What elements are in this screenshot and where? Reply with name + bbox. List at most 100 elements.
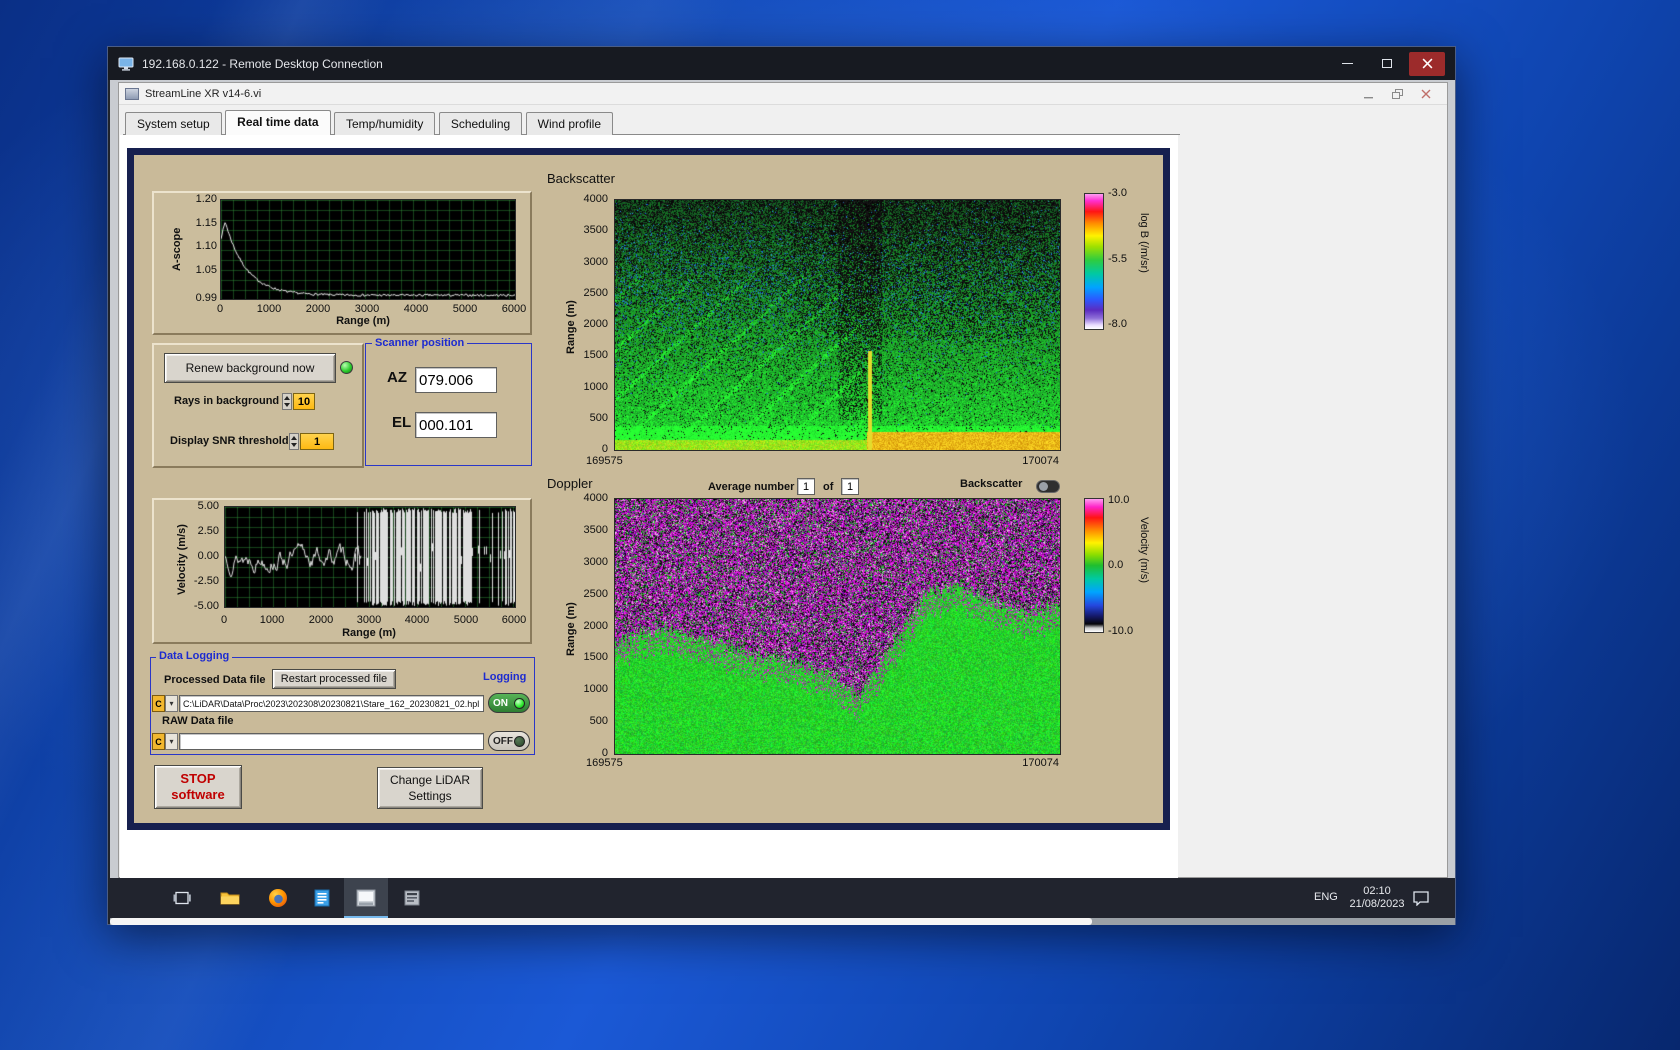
average-number-field[interactable]: 1 xyxy=(797,478,815,495)
tab-temp-humidity[interactable]: Temp/humidity xyxy=(333,112,436,135)
rdp-close-button[interactable] xyxy=(1409,51,1445,76)
y-tick-label: 4000 xyxy=(583,193,608,205)
taskbar-file-explorer-button[interactable] xyxy=(208,878,252,918)
rays-in-background-field[interactable]: 10 xyxy=(293,393,315,410)
velocity-plot-canvas xyxy=(224,506,516,608)
el-value-field[interactable]: 000.101 xyxy=(415,412,497,438)
stop-software-button[interactable]: STOP software xyxy=(154,765,242,809)
taskbar-notepad-button[interactable] xyxy=(300,878,344,918)
spin-down-icon[interactable] xyxy=(290,442,298,450)
logging-off-led xyxy=(514,735,525,747)
x-start-label: 169575 xyxy=(586,757,623,769)
y-tick-label: 500 xyxy=(589,412,608,424)
y-tick-label: 3500 xyxy=(583,524,608,536)
colorbar-tick-label: 0.0 xyxy=(1108,559,1124,571)
minimize-icon xyxy=(1341,63,1353,64)
file-explorer-icon xyxy=(220,892,240,905)
tab-wind-profile[interactable]: Wind profile xyxy=(525,112,614,135)
notepad-icon xyxy=(314,889,330,907)
raw-logging-toggle[interactable]: OFF xyxy=(488,731,530,751)
change-lidar-settings-button[interactable]: Change LiDAR Settings xyxy=(377,767,483,809)
az-value-field[interactable]: 079.006 xyxy=(415,367,497,393)
rdp-window-controls xyxy=(1329,51,1445,76)
browse-file-icon[interactable]: ▾ xyxy=(165,733,178,750)
colorbar-tick-label: 10.0 xyxy=(1108,494,1130,506)
taskbar-clock[interactable]: 02:10 21/08/2023 xyxy=(1346,885,1408,911)
labview-app-icon xyxy=(356,889,376,907)
x-tick-label: 0 xyxy=(216,303,224,315)
y-tick-label: 1500 xyxy=(583,349,608,361)
az-label: AZ xyxy=(387,369,407,386)
y-tick-label: 2500 xyxy=(583,287,608,299)
notification-center-icon[interactable] xyxy=(1412,890,1430,906)
y-tick-label: 500 xyxy=(589,715,608,727)
logging-on-led xyxy=(514,697,525,709)
rays-spinner[interactable] xyxy=(282,393,292,410)
tab-system-setup[interactable]: System setup xyxy=(125,112,222,135)
scanner-position-title: Scanner position xyxy=(372,337,468,350)
spin-down-icon[interactable] xyxy=(283,402,291,410)
close-icon xyxy=(1422,58,1432,69)
processed-file-path-field[interactable]: C:\LiDAR\Data\Proc\2023\202308\20230821\… xyxy=(179,695,484,712)
app-minimize-icon[interactable] xyxy=(1364,89,1374,99)
app-close-icon[interactable] xyxy=(1421,89,1431,99)
settings-button-line2: Settings xyxy=(408,789,452,803)
tab-scheduling[interactable]: Scheduling xyxy=(438,112,523,135)
y-tick-label: 4000 xyxy=(583,492,608,504)
y-tick-label: 1.15 xyxy=(195,217,217,229)
x-tick-label: 1000 xyxy=(259,614,285,626)
processed-logging-toggle[interactable]: ON xyxy=(488,693,530,713)
x-tick-label: 6000 xyxy=(501,614,527,626)
taskbar-streamline-app-button[interactable] xyxy=(344,878,388,918)
x-tick-label: 4000 xyxy=(404,614,430,626)
ascope-x-axis-label: Range (m) xyxy=(336,315,390,327)
desktop: 192.168.0.122 - Remote Desktop Connectio… xyxy=(0,0,1680,1050)
tab-real-time-data[interactable]: Real time data xyxy=(225,110,331,135)
y-tick-label: 2000 xyxy=(583,318,608,330)
app-window-title: StreamLine XR v14-6.vi xyxy=(145,87,262,100)
scrollbar-thumb[interactable] xyxy=(110,918,1092,925)
y-tick-label: 0.00 xyxy=(197,550,219,562)
drive-select-c[interactable]: C xyxy=(152,695,165,712)
y-tick-label: 1500 xyxy=(583,651,608,663)
restart-processed-file-button[interactable]: Restart processed file xyxy=(272,669,396,689)
on-label: ON xyxy=(493,697,508,709)
rdp-titlebar[interactable]: 192.168.0.122 - Remote Desktop Connectio… xyxy=(108,47,1455,80)
data-logging-title: Data Logging xyxy=(156,650,233,663)
drive-select-c[interactable]: C xyxy=(152,733,165,750)
language-indicator[interactable]: ENG xyxy=(1314,891,1338,903)
remote-screen: StreamLine XR v14-6.vi System setup Real… xyxy=(110,80,1455,925)
clock-date: 21/08/2023 xyxy=(1349,898,1405,910)
clock-time: 02:10 xyxy=(1363,885,1391,897)
taskbar-scan-app-button[interactable] xyxy=(390,878,434,918)
snr-threshold-field[interactable]: 1 xyxy=(300,433,334,450)
snr-spinner[interactable] xyxy=(289,433,299,450)
app-titlebar[interactable]: StreamLine XR v14-6.vi xyxy=(119,83,1447,105)
rdp-minimize-button[interactable] xyxy=(1329,52,1365,76)
renew-background-button[interactable]: Renew background now xyxy=(164,353,336,383)
x-tick-label: 2000 xyxy=(305,303,331,315)
average-of-field[interactable]: 1 xyxy=(841,478,859,495)
doppler-heatmap-canvas xyxy=(614,498,1061,755)
backscatter-colorbar xyxy=(1084,193,1104,330)
stop-button-line2: software xyxy=(171,787,225,802)
scan-app-icon xyxy=(404,890,420,906)
logging-label: Logging xyxy=(483,671,527,683)
taskbar-task-view-button[interactable] xyxy=(160,878,204,918)
rdp-horizontal-scrollbar[interactable] xyxy=(110,918,1455,925)
spin-up-icon[interactable] xyxy=(283,394,291,402)
rdp-maximize-button[interactable] xyxy=(1369,52,1405,76)
x-tick-label: 4000 xyxy=(403,303,429,315)
raw-data-file-label: RAW Data file xyxy=(162,715,234,727)
scanner-position-box xyxy=(365,343,532,466)
browse-file-icon[interactable]: ▾ xyxy=(165,695,178,712)
app-window-controls xyxy=(1364,88,1441,99)
real-time-data-page: A-scope 1.20 1.15 1.10 1.05 0.99 0 1000 … xyxy=(120,135,1178,878)
y-tick-label: -5.00 xyxy=(193,600,219,612)
raw-file-path-field[interactable] xyxy=(179,733,484,750)
taskbar-firefox-button[interactable] xyxy=(256,878,300,918)
app-restore-icon[interactable] xyxy=(1392,88,1403,99)
spin-up-icon[interactable] xyxy=(290,434,298,442)
streamline-app-window: StreamLine XR v14-6.vi System setup Real… xyxy=(118,82,1448,878)
backscatter-toggle[interactable] xyxy=(1036,480,1060,493)
